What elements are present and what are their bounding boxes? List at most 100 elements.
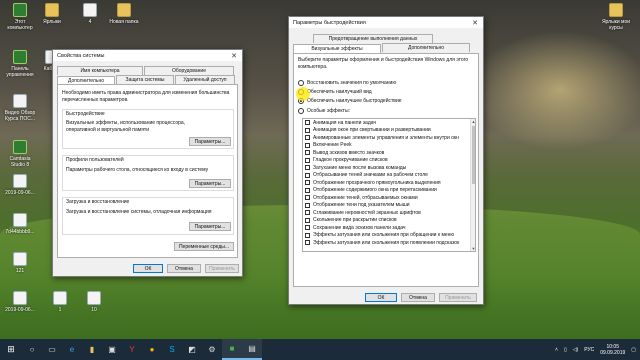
scroll-thumb[interactable] (472, 126, 475, 184)
effect-item[interactable]: Вывод эскизов вместо значков (303, 149, 475, 157)
desktop-icon-121[interactable]: 121 (2, 252, 38, 274)
profiles-settings-button[interactable]: Параметры... (189, 179, 231, 188)
checkbox[interactable] (305, 195, 310, 201)
checkbox[interactable] (305, 120, 310, 126)
effect-item[interactable]: Эффекты затухания или скольжения при обр… (303, 232, 475, 240)
close-icon[interactable]: ✕ (467, 17, 483, 28)
checkbox[interactable] (305, 187, 310, 193)
tab-visual-effects[interactable]: Визуальные эффекты (293, 44, 381, 53)
network-icon[interactable]: ▯ (564, 347, 567, 353)
language-indicator[interactable]: РУС (584, 347, 594, 353)
apply-button[interactable]: Применить (439, 293, 477, 302)
tab-system-protection[interactable]: Защита системы (116, 75, 174, 84)
notifications-icon[interactable]: ▢ (631, 347, 636, 353)
folder-icon (45, 3, 59, 17)
effect-item[interactable]: Гладкое прокручивание списков (303, 157, 475, 165)
effect-item[interactable]: Включение Peek (303, 142, 475, 150)
effect-item[interactable]: Отображение содержимого окна при перетас… (303, 187, 475, 195)
ok-button[interactable]: ОК (365, 293, 397, 302)
titlebar: Параметры быстродействия ✕ (289, 17, 483, 28)
desktop-icon-my-courses[interactable]: Ярлыки мои курсы (598, 3, 634, 31)
scroll-up-icon[interactable]: ▲ (471, 119, 475, 124)
photos-icon[interactable]: ◩ (182, 339, 202, 360)
checkbox[interactable] (305, 150, 310, 156)
radio-custom[interactable]: Особые эффекты: (298, 108, 350, 114)
checkbox[interactable] (305, 232, 310, 238)
windows-start-icon[interactable]: ⊞ (0, 339, 22, 360)
effect-item[interactable]: Эффекты затухания или скольжения при поя… (303, 239, 475, 247)
effect-item[interactable]: Скольжение при раскрытии списков (303, 217, 475, 225)
desktop-icon-shortcuts[interactable]: Ярлыки (34, 3, 70, 25)
effect-item[interactable]: Отображение теней, отбрасываемых окнами (303, 194, 475, 202)
desktop-icon-control-panel[interactable]: Панель управления (2, 50, 38, 78)
radio-best-performance[interactable]: Обеспечить наилучшее быстродействие (298, 98, 402, 104)
checkbox[interactable] (305, 165, 310, 171)
chevron-up-icon[interactable]: ˄ (555, 347, 558, 353)
list-scrollbar[interactable]: ▲ ▼ (470, 119, 475, 251)
profiles-title: Профили пользователей (66, 157, 124, 163)
camtasia-icon[interactable]: ■ (222, 339, 242, 360)
tab-dep[interactable]: Предотвращение выполнения данных (313, 34, 433, 43)
cancel-button[interactable]: Отмена (167, 264, 201, 273)
checkbox[interactable] (305, 240, 310, 246)
checkbox[interactable] (305, 210, 310, 216)
performance-settings-button[interactable]: Параметры... (189, 137, 231, 146)
environment-variables-button[interactable]: Переменные среды... (174, 242, 234, 251)
effect-item[interactable]: Отображение прозрачного прямоугольника в… (303, 179, 475, 187)
effect-item[interactable]: Отбрасывание теней значками на рабочем с… (303, 172, 475, 180)
desktop-icon-2019-1[interactable]: 2019-09-06... (2, 174, 38, 196)
tab-remote[interactable]: Удаленный доступ (175, 75, 235, 84)
apply-button[interactable]: Применить (205, 264, 239, 273)
cancel-button[interactable]: Отмена (401, 293, 435, 302)
desktop-icon-this-pc[interactable]: Этот компьютер (2, 3, 38, 31)
checkbox[interactable] (305, 217, 310, 223)
image-file-icon (13, 291, 27, 305)
image-file-icon (87, 291, 101, 305)
tab-hardware[interactable]: Оборудование (144, 66, 234, 75)
skype-icon[interactable]: S (162, 339, 182, 360)
checkbox[interactable] (305, 202, 310, 208)
radio-restore-defaults[interactable]: Восстановить значения по умолчанию (298, 80, 396, 86)
scroll-down-icon[interactable]: ▼ (471, 246, 475, 251)
desktop-icon-2019-2[interactable]: 2019-09-06... (2, 291, 38, 313)
tab-advanced[interactable]: Дополнительно (382, 43, 470, 52)
visual-effects-panel: Выберите параметры оформления и быстроде… (293, 53, 479, 287)
checkbox[interactable] (305, 225, 310, 231)
startup-settings-button[interactable]: Параметры... (189, 222, 231, 231)
checkbox[interactable] (305, 157, 310, 163)
store-icon[interactable]: ▣ (102, 339, 122, 360)
desktop-icon-10[interactable]: 10 (76, 291, 112, 313)
desktop-icon-7d44[interactable]: 7d44bbbb9... (2, 213, 38, 235)
effect-item[interactable]: Анимация на панели задач (303, 119, 475, 127)
checkbox[interactable] (305, 135, 310, 141)
desktop-icon-camtasia[interactable]: Camtasia Studio 8 (2, 140, 38, 168)
chrome-icon[interactable]: ● (142, 339, 162, 360)
effect-item[interactable]: Отображение тени под указателем мыши (303, 202, 475, 210)
desktop-icon-4[interactable]: 4 (72, 3, 108, 25)
system-icon[interactable]: ▤ (242, 339, 262, 360)
effect-item[interactable]: Анимированные элементы управления и элем… (303, 134, 475, 142)
edge-icon[interactable]: e (62, 339, 82, 360)
effect-item[interactable]: Сглаживание неровностей экранных шрифтов (303, 209, 475, 217)
search-icon[interactable]: ○ (22, 339, 42, 360)
close-icon[interactable]: ✕ (226, 50, 242, 61)
ok-button[interactable]: ОК (133, 264, 163, 273)
checkbox[interactable] (305, 142, 310, 148)
tab-computer-name[interactable]: Имя компьютера (57, 66, 143, 75)
effect-item[interactable]: Анимация окон при свертывании и разверты… (303, 127, 475, 135)
clock[interactable]: 10:05 09.09.2019 (600, 344, 625, 356)
checkbox[interactable] (305, 172, 310, 178)
folder-icon[interactable]: ▮ (82, 339, 102, 360)
yandex-icon[interactable]: Y (122, 339, 142, 360)
checkbox[interactable] (305, 180, 310, 186)
volume-icon[interactable]: ◁) (573, 347, 579, 353)
desktop-icon-video-review[interactable]: Видео Обзор Курса ПОС... (2, 94, 38, 122)
checkbox[interactable] (305, 127, 310, 133)
task-view-icon[interactable]: ▭ (42, 339, 62, 360)
desktop-icon-new-folder[interactable]: Новая папка (106, 3, 142, 25)
effects-list[interactable]: Анимация на панели задач Анимация окон п… (302, 118, 476, 252)
effect-item[interactable]: Затухание меню после вызова команды (303, 164, 475, 172)
effect-item[interactable]: Сохранение вида эскизов панели задач (303, 224, 475, 232)
desktop-icon-1[interactable]: 1 (42, 291, 78, 313)
settings-icon[interactable]: ⚙ (202, 339, 222, 360)
